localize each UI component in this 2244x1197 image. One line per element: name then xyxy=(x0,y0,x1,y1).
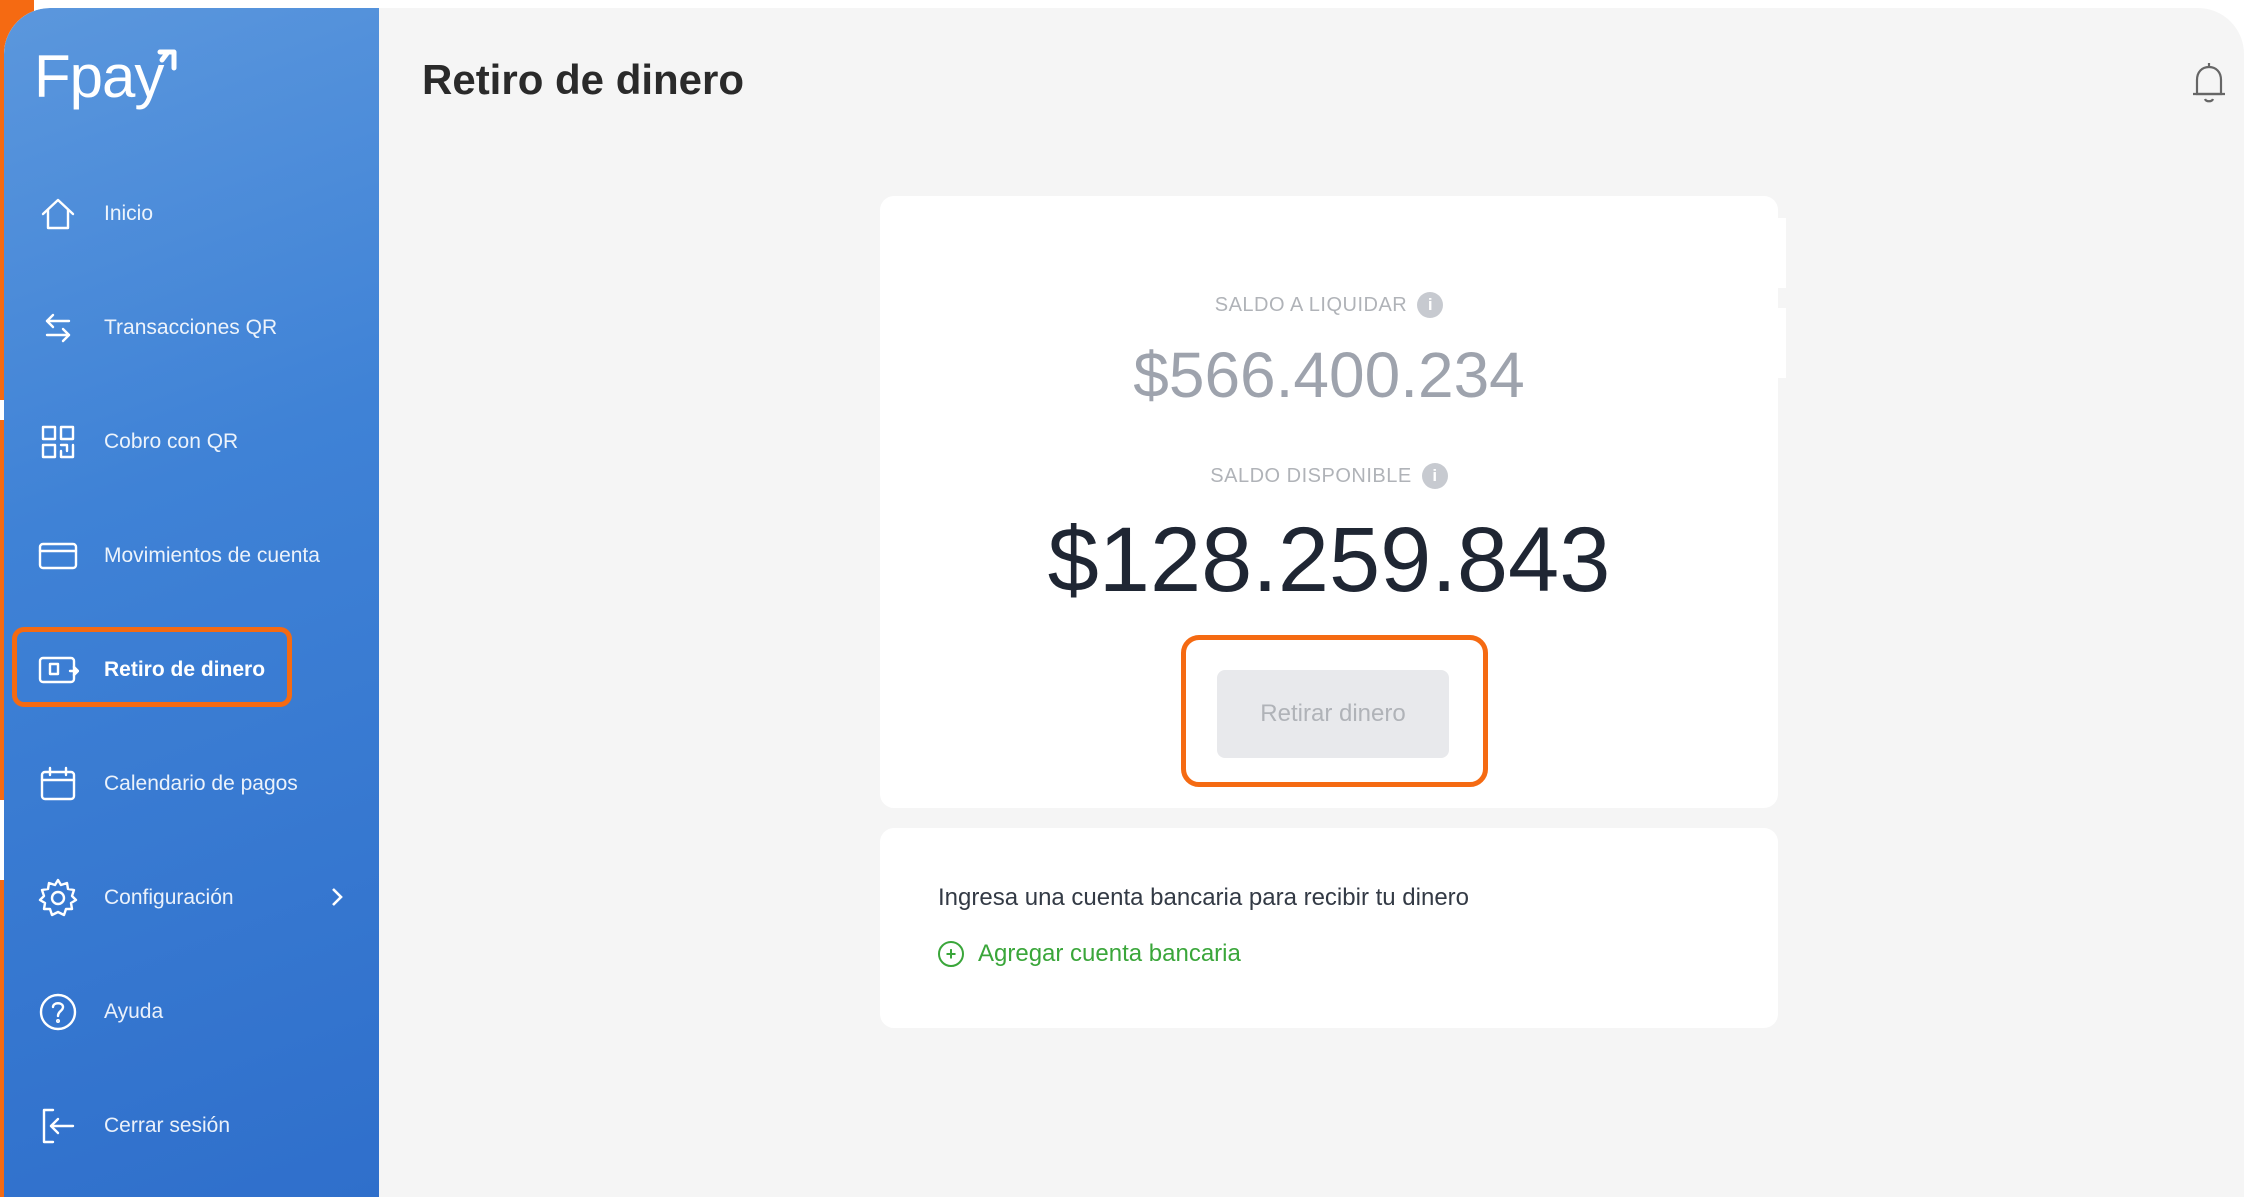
active-item-highlight xyxy=(12,627,292,707)
add-bank-account-link[interactable]: + Agregar cuenta bancaria xyxy=(938,940,1241,968)
page-title: Retiro de dinero xyxy=(422,56,745,103)
sidebar-item-label: Ayuda xyxy=(104,1000,164,1023)
info-icon[interactable]: i xyxy=(1421,463,1448,489)
gear-icon xyxy=(34,874,82,922)
sidebar-item-movimientos-de-cuenta[interactable]: Movimientos de cuenta xyxy=(34,526,354,586)
swap-arrows-icon xyxy=(34,304,82,352)
calendar-icon xyxy=(34,760,82,808)
home-icon xyxy=(34,190,82,238)
help-icon xyxy=(34,988,82,1036)
to-settle-label-row: SALDO A LIQUIDAR i xyxy=(880,292,1778,318)
logo-arrow-icon xyxy=(157,49,177,71)
bank-account-card: Ingresa una cuenta bancaria para recibir… xyxy=(880,828,1778,1028)
sidebar-item-label: Cerrar sesión xyxy=(104,1114,231,1137)
chevron-right-icon[interactable] xyxy=(320,880,354,914)
app-window: Fpay Inicio Transacciones QR Cobro con Q… xyxy=(4,8,2244,1197)
sidebar-item-label: Configuración xyxy=(104,886,234,909)
sidebar-item-ayuda[interactable]: Ayuda xyxy=(34,982,354,1042)
card-edge-decoration xyxy=(1768,308,1786,378)
bank-prompt-text: Ingresa una cuenta bancaria para recibir… xyxy=(938,884,1469,911)
card-edge-decoration xyxy=(1768,218,1786,288)
card-icon xyxy=(34,532,82,580)
fpay-logo[interactable]: Fpay xyxy=(34,42,194,112)
to-settle-amount: $566.400.234 xyxy=(1133,339,1525,411)
info-icon[interactable]: i xyxy=(1417,292,1444,318)
sidebar-item-label: Cobro con QR xyxy=(104,430,239,453)
logout-icon xyxy=(34,1102,82,1150)
sidebar-item-label: Transacciones QR xyxy=(104,316,278,339)
available-amount: $128.259.843 xyxy=(1047,509,1611,611)
sidebar-item-calendario-de-pagos[interactable]: Calendario de pagos xyxy=(34,754,354,814)
qr-code-icon xyxy=(34,418,82,466)
add-bank-account-label: Agregar cuenta bancaria xyxy=(978,940,1241,967)
sidebar-item-configuracion[interactable]: Configuración xyxy=(34,868,354,928)
bell-icon[interactable] xyxy=(2188,60,2230,106)
available-label-row: SALDO DISPONIBLE i xyxy=(880,463,1778,489)
sidebar-item-transacciones-qr[interactable]: Transacciones QR xyxy=(34,298,354,358)
sidebar-item-label: Calendario de pagos xyxy=(104,772,298,795)
sidebar-item-label: Inicio xyxy=(104,202,154,225)
sidebar-item-cerrar-sesion[interactable]: Cerrar sesión xyxy=(34,1096,354,1156)
available-label: SALDO DISPONIBLE xyxy=(1210,464,1412,487)
sidebar-item-label: Movimientos de cuenta xyxy=(104,544,320,567)
logo-text: Fpay xyxy=(34,43,164,110)
sidebar-item-inicio[interactable]: Inicio xyxy=(34,184,354,244)
sidebar: Fpay Inicio Transacciones QR Cobro con Q… xyxy=(4,8,379,1197)
sidebar-item-cobro-con-qr[interactable]: Cobro con QR xyxy=(34,412,354,472)
withdraw-button-highlight xyxy=(1181,635,1488,787)
add-circle-icon: + xyxy=(938,941,964,967)
to-settle-label: SALDO A LIQUIDAR xyxy=(1214,293,1408,316)
